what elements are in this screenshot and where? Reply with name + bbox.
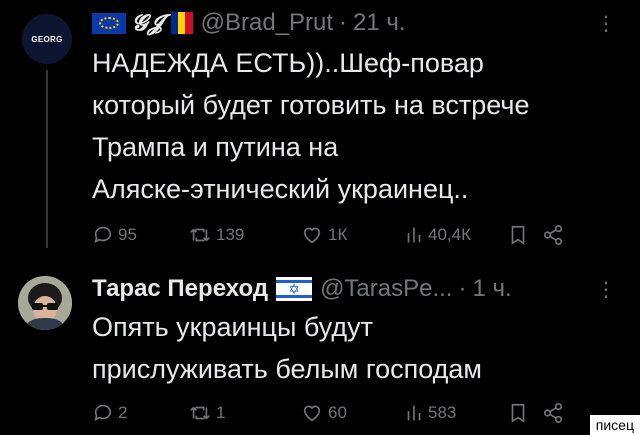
display-name[interactable]: Тарас Переход <box>92 275 268 303</box>
reply-icon <box>94 404 112 421</box>
display-name[interactable]: 𝓖𝓙 <box>132 10 163 36</box>
like-button[interactable]: 1К <box>300 224 404 246</box>
romania-flag-icon <box>170 12 193 34</box>
views-chart-icon <box>407 405 421 421</box>
tweet-header: 𝓖𝓙 @Brad_Prut · 21 ч. <box>92 8 406 38</box>
share-button[interactable] <box>542 224 572 246</box>
views-count: 40,4К <box>428 225 471 244</box>
separator-dot: · <box>458 275 467 302</box>
retweet-count: 139 <box>216 225 245 244</box>
tweet-2[interactable]: Тарас Переход ✡ @TarasPe... · 1 ч. ⋮ Опя… <box>0 262 640 435</box>
share-icon <box>543 225 563 245</box>
like-count: 1К <box>328 225 348 244</box>
separator-dot: · <box>339 9 348 36</box>
reply-icon <box>94 226 112 243</box>
retweet-icon <box>190 228 210 242</box>
heart-icon <box>303 405 321 422</box>
share-button[interactable] <box>542 402 572 424</box>
heart-icon <box>303 227 321 244</box>
timestamp[interactable]: 1 ч. <box>472 275 511 303</box>
profile-photo-icon <box>18 276 72 330</box>
eu-flag-icon <box>92 12 126 34</box>
reply-count: 95 <box>118 225 137 244</box>
like-button[interactable]: 60 <box>300 402 404 424</box>
israel-flag-icon: ✡ <box>276 277 313 301</box>
tweet-text: Опять украинцы будут прислуживать белым … <box>92 312 482 384</box>
handle[interactable]: @TarasPe... <box>320 275 452 303</box>
timestamp[interactable]: 21 ч. <box>353 9 406 37</box>
share-icon <box>543 403 563 423</box>
action-bar: 95 139 1К 40,4К <box>92 220 616 250</box>
more-options-icon[interactable]: ⋮ <box>596 280 616 300</box>
views-button[interactable]: 40,4К <box>404 224 508 246</box>
tweet-header: Тарас Переход ✡ @TarasPe... · 1 ч. <box>92 274 512 304</box>
retweet-icon <box>190 406 210 420</box>
retweet-count: 1 <box>216 403 226 422</box>
avatar[interactable] <box>18 276 72 330</box>
reply-button[interactable]: 95 <box>92 224 188 246</box>
bookmark-button[interactable] <box>508 224 542 246</box>
bookmark-button[interactable] <box>508 402 542 424</box>
reply-button[interactable]: 2 <box>92 402 188 424</box>
reply-count: 2 <box>118 403 128 422</box>
like-count: 60 <box>328 403 347 422</box>
thread-line <box>46 70 48 248</box>
more-options-icon[interactable]: ⋮ <box>596 14 616 34</box>
retweet-button[interactable]: 1 <box>188 402 300 424</box>
avatar[interactable]: GEORG <box>22 14 72 64</box>
tweet-1[interactable]: GEORG 𝓖𝓙 @Brad_Prut · 21 ч. ⋮ НАДЕЖДА ЕС… <box>0 0 640 262</box>
action-bar: 2 1 60 583 <box>92 398 616 428</box>
views-button[interactable]: 583 <box>404 402 508 424</box>
retweet-button[interactable]: 139 <box>188 224 300 246</box>
views-count: 583 <box>428 403 457 422</box>
tweet-text: НАДЕЖДА ЕСТЬ))..Шеф-повар который будет … <box>92 48 530 204</box>
bookmark-icon <box>511 225 525 245</box>
handle[interactable]: @Brad_Prut <box>201 9 333 37</box>
views-chart-icon <box>407 227 421 243</box>
bookmark-icon <box>511 403 525 423</box>
watermark: писец <box>589 415 640 435</box>
